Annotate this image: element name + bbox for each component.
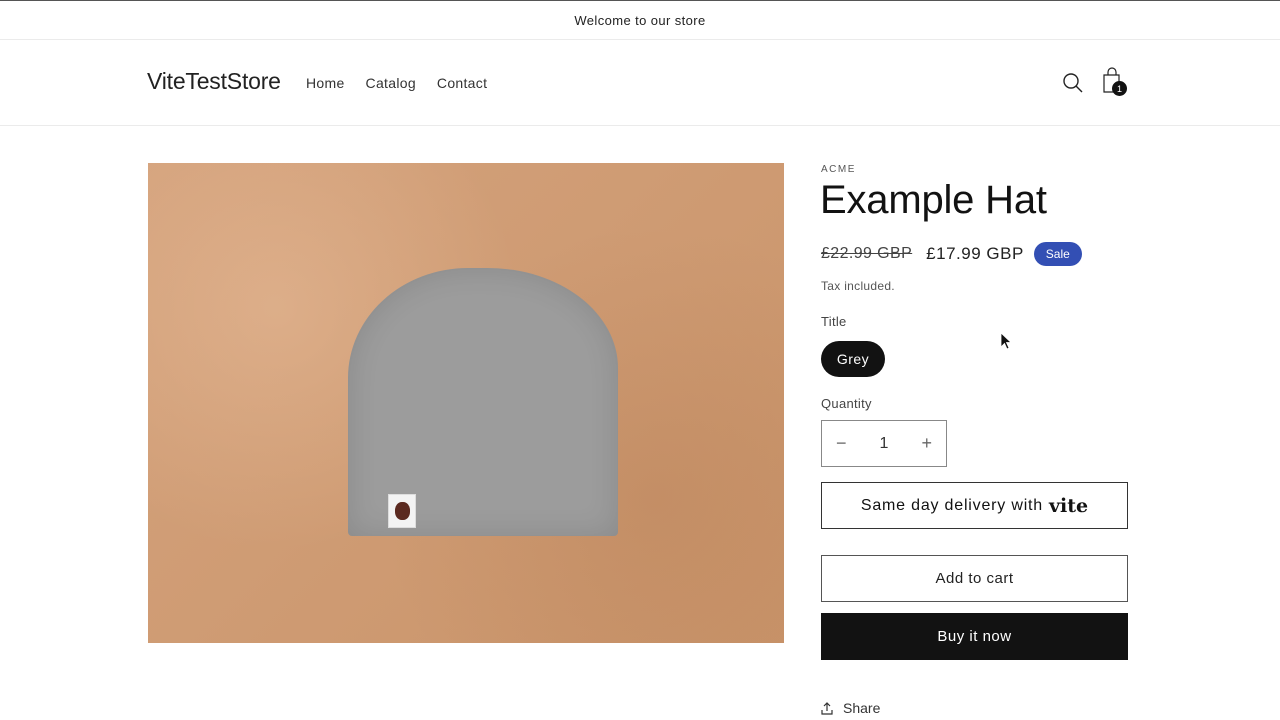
- nav-catalog[interactable]: Catalog: [366, 75, 416, 91]
- product-image[interactable]: [148, 163, 784, 643]
- price-row: £22.99 GBP £17.99 GBP Sale: [821, 242, 1082, 266]
- variant-option-grey[interactable]: Grey: [821, 341, 885, 377]
- announcement-bar: Welcome to our store: [0, 1, 1280, 40]
- share-label: Share: [843, 700, 881, 716]
- option-label: Title: [821, 314, 847, 329]
- main-nav: Home Catalog Contact: [306, 75, 487, 91]
- vite-delivery-button[interactable]: Same day delivery with vite: [821, 482, 1128, 529]
- mouse-cursor-icon: [1000, 332, 1012, 350]
- quantity-stepper: − 1 +: [821, 420, 947, 467]
- product-vendor: ACME: [821, 164, 856, 175]
- nav-home[interactable]: Home: [306, 75, 345, 91]
- nav-contact[interactable]: Contact: [437, 75, 487, 91]
- sale-price: £17.99 GBP: [926, 244, 1024, 263]
- sale-badge: Sale: [1033, 242, 1082, 266]
- share-button[interactable]: Share: [821, 700, 880, 716]
- quantity-decrease-button[interactable]: −: [836, 433, 847, 454]
- product-title: Example Hat: [820, 178, 1047, 222]
- announcement-text: Welcome to our store: [574, 12, 706, 28]
- store-logo[interactable]: ViteTestStore: [147, 68, 281, 95]
- tax-note: Tax included.: [821, 279, 895, 293]
- quantity-input[interactable]: 1: [880, 435, 889, 453]
- hat-label-tag: [388, 494, 416, 528]
- site-header: ViteTestStore Home Catalog Contact 1: [0, 40, 1280, 126]
- quantity-label: Quantity: [821, 396, 872, 411]
- add-to-cart-button[interactable]: Add to cart: [821, 555, 1128, 602]
- share-icon: [821, 701, 833, 715]
- compare-price: £22.99 GBP: [821, 245, 913, 262]
- buy-now-button[interactable]: Buy it now: [821, 613, 1128, 660]
- vite-logo: vite: [1049, 494, 1089, 517]
- vite-button-text: Same day delivery with: [860, 496, 1043, 514]
- quantity-increase-button[interactable]: +: [921, 433, 932, 454]
- cart-count-badge: 1: [1112, 81, 1127, 96]
- search-icon[interactable]: [1062, 72, 1084, 94]
